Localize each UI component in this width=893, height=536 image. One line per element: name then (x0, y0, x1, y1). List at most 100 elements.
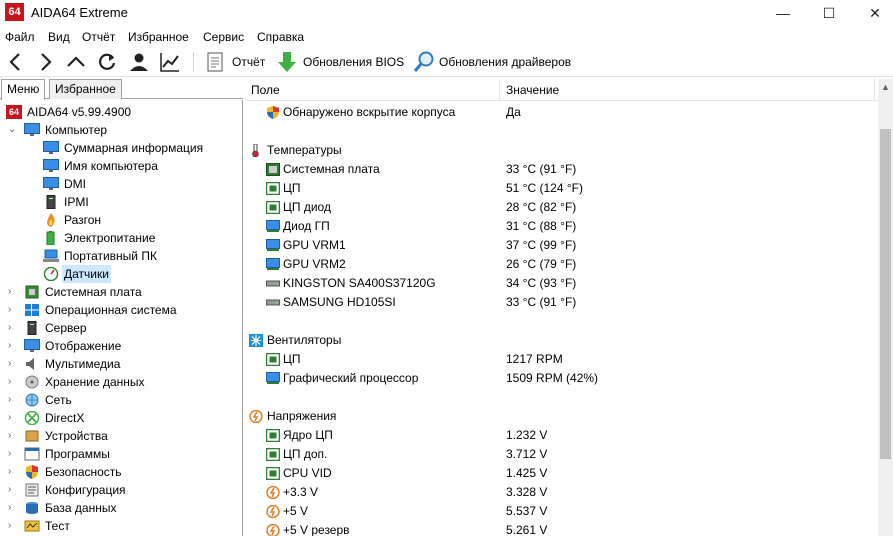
close-button[interactable]: ✕ (852, 0, 893, 26)
row-field: Диод ГП (283, 217, 330, 236)
minimize-button[interactable]: — (760, 0, 806, 26)
menu-file[interactable]: Файл (5, 30, 35, 44)
chevron-right-icon[interactable]: › (8, 391, 20, 409)
bios-update-icon[interactable] (275, 50, 299, 74)
table-row[interactable]: +5 V резерв 5.261 V (246, 521, 878, 536)
chevron-right-icon[interactable]: › (8, 445, 20, 463)
row-field: KINGSTON SA400S37120G (283, 274, 436, 293)
user-icon[interactable] (127, 50, 151, 74)
tree-item-ipmi[interactable]: IPMI (0, 193, 240, 211)
back-icon[interactable] (4, 50, 28, 74)
voltage-icon (266, 524, 280, 536)
table-row[interactable]: +3.3 V 3.328 V (246, 483, 878, 502)
bios-update-button[interactable]: Обновления BIOS (303, 55, 404, 69)
tree-item-sensors[interactable]: Датчики (0, 265, 240, 283)
chevron-right-icon[interactable]: › (8, 355, 20, 373)
chevron-right-icon[interactable]: › (8, 463, 20, 481)
tree-item-programs[interactable]: › Программы (0, 445, 240, 463)
report-button[interactable]: Отчёт (232, 55, 265, 69)
section-voltages[interactable]: Напряжения (246, 407, 878, 426)
refresh-icon[interactable] (95, 50, 119, 74)
tab-menu[interactable]: Меню (1, 79, 45, 100)
report-icon[interactable] (203, 50, 227, 74)
table-row[interactable]: SAMSUNG HD105SI 33 °C (91 °F) (246, 293, 878, 312)
chevron-right-icon[interactable]: › (8, 301, 20, 319)
table-row[interactable]: GPU VRM1 37 °C (99 °F) (246, 236, 878, 255)
table-row[interactable]: Графический процессор 1509 RPM (42%) (246, 369, 878, 388)
section-temperatures[interactable]: Температуры (246, 141, 878, 160)
vertical-scrollbar[interactable]: ▲ (878, 79, 893, 536)
tree-label: Имя компьютера (64, 157, 158, 175)
table-row[interactable]: GPU VRM2 26 °C (79 °F) (246, 255, 878, 274)
chevron-right-icon[interactable]: › (8, 481, 20, 499)
tree-item-security[interactable]: › Безопасность (0, 463, 240, 481)
tree-item-network[interactable]: › Сеть (0, 391, 240, 409)
tree-item-motherboard[interactable]: › Системная плата (0, 283, 240, 301)
magnifier-icon[interactable] (412, 50, 436, 74)
tree-item-portable[interactable]: Портативный ПК (0, 247, 240, 265)
tree-item-overclock[interactable]: Разгон (0, 211, 240, 229)
scroll-up-icon[interactable]: ▲ (878, 79, 893, 95)
tree-item-directx[interactable]: › DirectX (0, 409, 240, 427)
column-divider[interactable] (874, 79, 875, 101)
chevron-right-icon[interactable]: › (8, 337, 20, 355)
up-icon[interactable] (64, 50, 88, 74)
tree-item-storage[interactable]: › Хранение данных (0, 373, 240, 391)
tree-item-dmi[interactable]: DMI (0, 175, 240, 193)
table-row[interactable]: +5 V 5.537 V (246, 502, 878, 521)
cpu-icon (266, 448, 280, 461)
row-field: GPU VRM2 (283, 255, 346, 274)
table-row[interactable]: Ядро ЦП 1.232 V (246, 426, 878, 445)
tree-item-config[interactable]: › Конфигурация (0, 481, 240, 499)
section-fans[interactable]: Вентиляторы (246, 331, 878, 350)
tree-label: AIDA64 v5.99.4900 (27, 103, 131, 121)
menu-report[interactable]: Отчёт (82, 30, 115, 44)
tree-item-os[interactable]: › Операционная система (0, 301, 240, 319)
tree-item-computer-name[interactable]: Имя компьютера (0, 157, 240, 175)
tree-item-root[interactable]: 64 AIDA64 v5.99.4900 (0, 103, 240, 121)
table-row[interactable]: ЦП 51 °C (124 °F) (246, 179, 878, 198)
table-row[interactable]: Диод ГП 31 °C (88 °F) (246, 217, 878, 236)
scrollbar-thumb[interactable] (880, 129, 891, 459)
tree-item-server[interactable]: › Сервер (0, 319, 240, 337)
table-row[interactable]: ЦП 1217 RPM (246, 350, 878, 369)
tree-item-computer[interactable]: ⌄ Компьютер (0, 121, 240, 139)
chevron-down-icon[interactable]: ⌄ (8, 121, 20, 139)
menu-view[interactable]: Вид (48, 30, 70, 44)
table-row[interactable]: Системная плата 33 °C (91 °F) (246, 160, 878, 179)
chevron-right-icon[interactable]: › (8, 373, 20, 391)
tree-item-power[interactable]: Электропитание (0, 229, 240, 247)
menu-help[interactable]: Справка (257, 30, 304, 44)
tree-item-display[interactable]: › Отображение (0, 337, 240, 355)
table-row[interactable]: Обнаружено вскрытие корпуса Да (246, 103, 878, 122)
column-divider[interactable] (499, 79, 500, 101)
chevron-right-icon[interactable]: › (8, 517, 20, 535)
shield-icon (24, 465, 40, 479)
menu-favorites[interactable]: Избранное (128, 30, 189, 44)
column-field[interactable]: Поле (251, 83, 280, 97)
forward-icon[interactable] (33, 50, 57, 74)
menu-service[interactable]: Сервис (203, 30, 244, 44)
chevron-right-icon[interactable]: › (8, 427, 20, 445)
tree-item-database[interactable]: › База данных (0, 499, 240, 517)
table-row[interactable]: ЦП диод 28 °C (82 °F) (246, 198, 878, 217)
table-row[interactable]: CPU VID 1.425 V (246, 464, 878, 483)
chevron-right-icon[interactable]: › (8, 283, 20, 301)
chevron-right-icon[interactable]: › (8, 319, 20, 337)
chevron-right-icon[interactable]: › (8, 499, 20, 517)
maximize-button[interactable]: ☐ (806, 0, 852, 26)
table-row[interactable]: ЦП доп. 3.712 V (246, 445, 878, 464)
tree-item-summary[interactable]: Суммарная информация (0, 139, 240, 157)
column-value[interactable]: Значение (506, 83, 559, 97)
tree-item-devices[interactable]: › Устройства (0, 427, 240, 445)
gpu-icon (266, 220, 280, 233)
tree-item-test[interactable]: › Тест (0, 517, 240, 535)
chart-icon[interactable] (158, 50, 182, 74)
chevron-right-icon[interactable]: › (8, 409, 20, 427)
tree-item-multimedia[interactable]: › Мультимедиа (0, 355, 240, 373)
row-value: 1.232 V (506, 426, 547, 445)
table-row[interactable]: KINGSTON SA400S37120G 34 °C (93 °F) (246, 274, 878, 293)
row-value: 5.261 V (506, 521, 547, 536)
driver-update-button[interactable]: Обновления драйверов (439, 55, 571, 69)
tab-favorites[interactable]: Избранное (49, 79, 122, 99)
